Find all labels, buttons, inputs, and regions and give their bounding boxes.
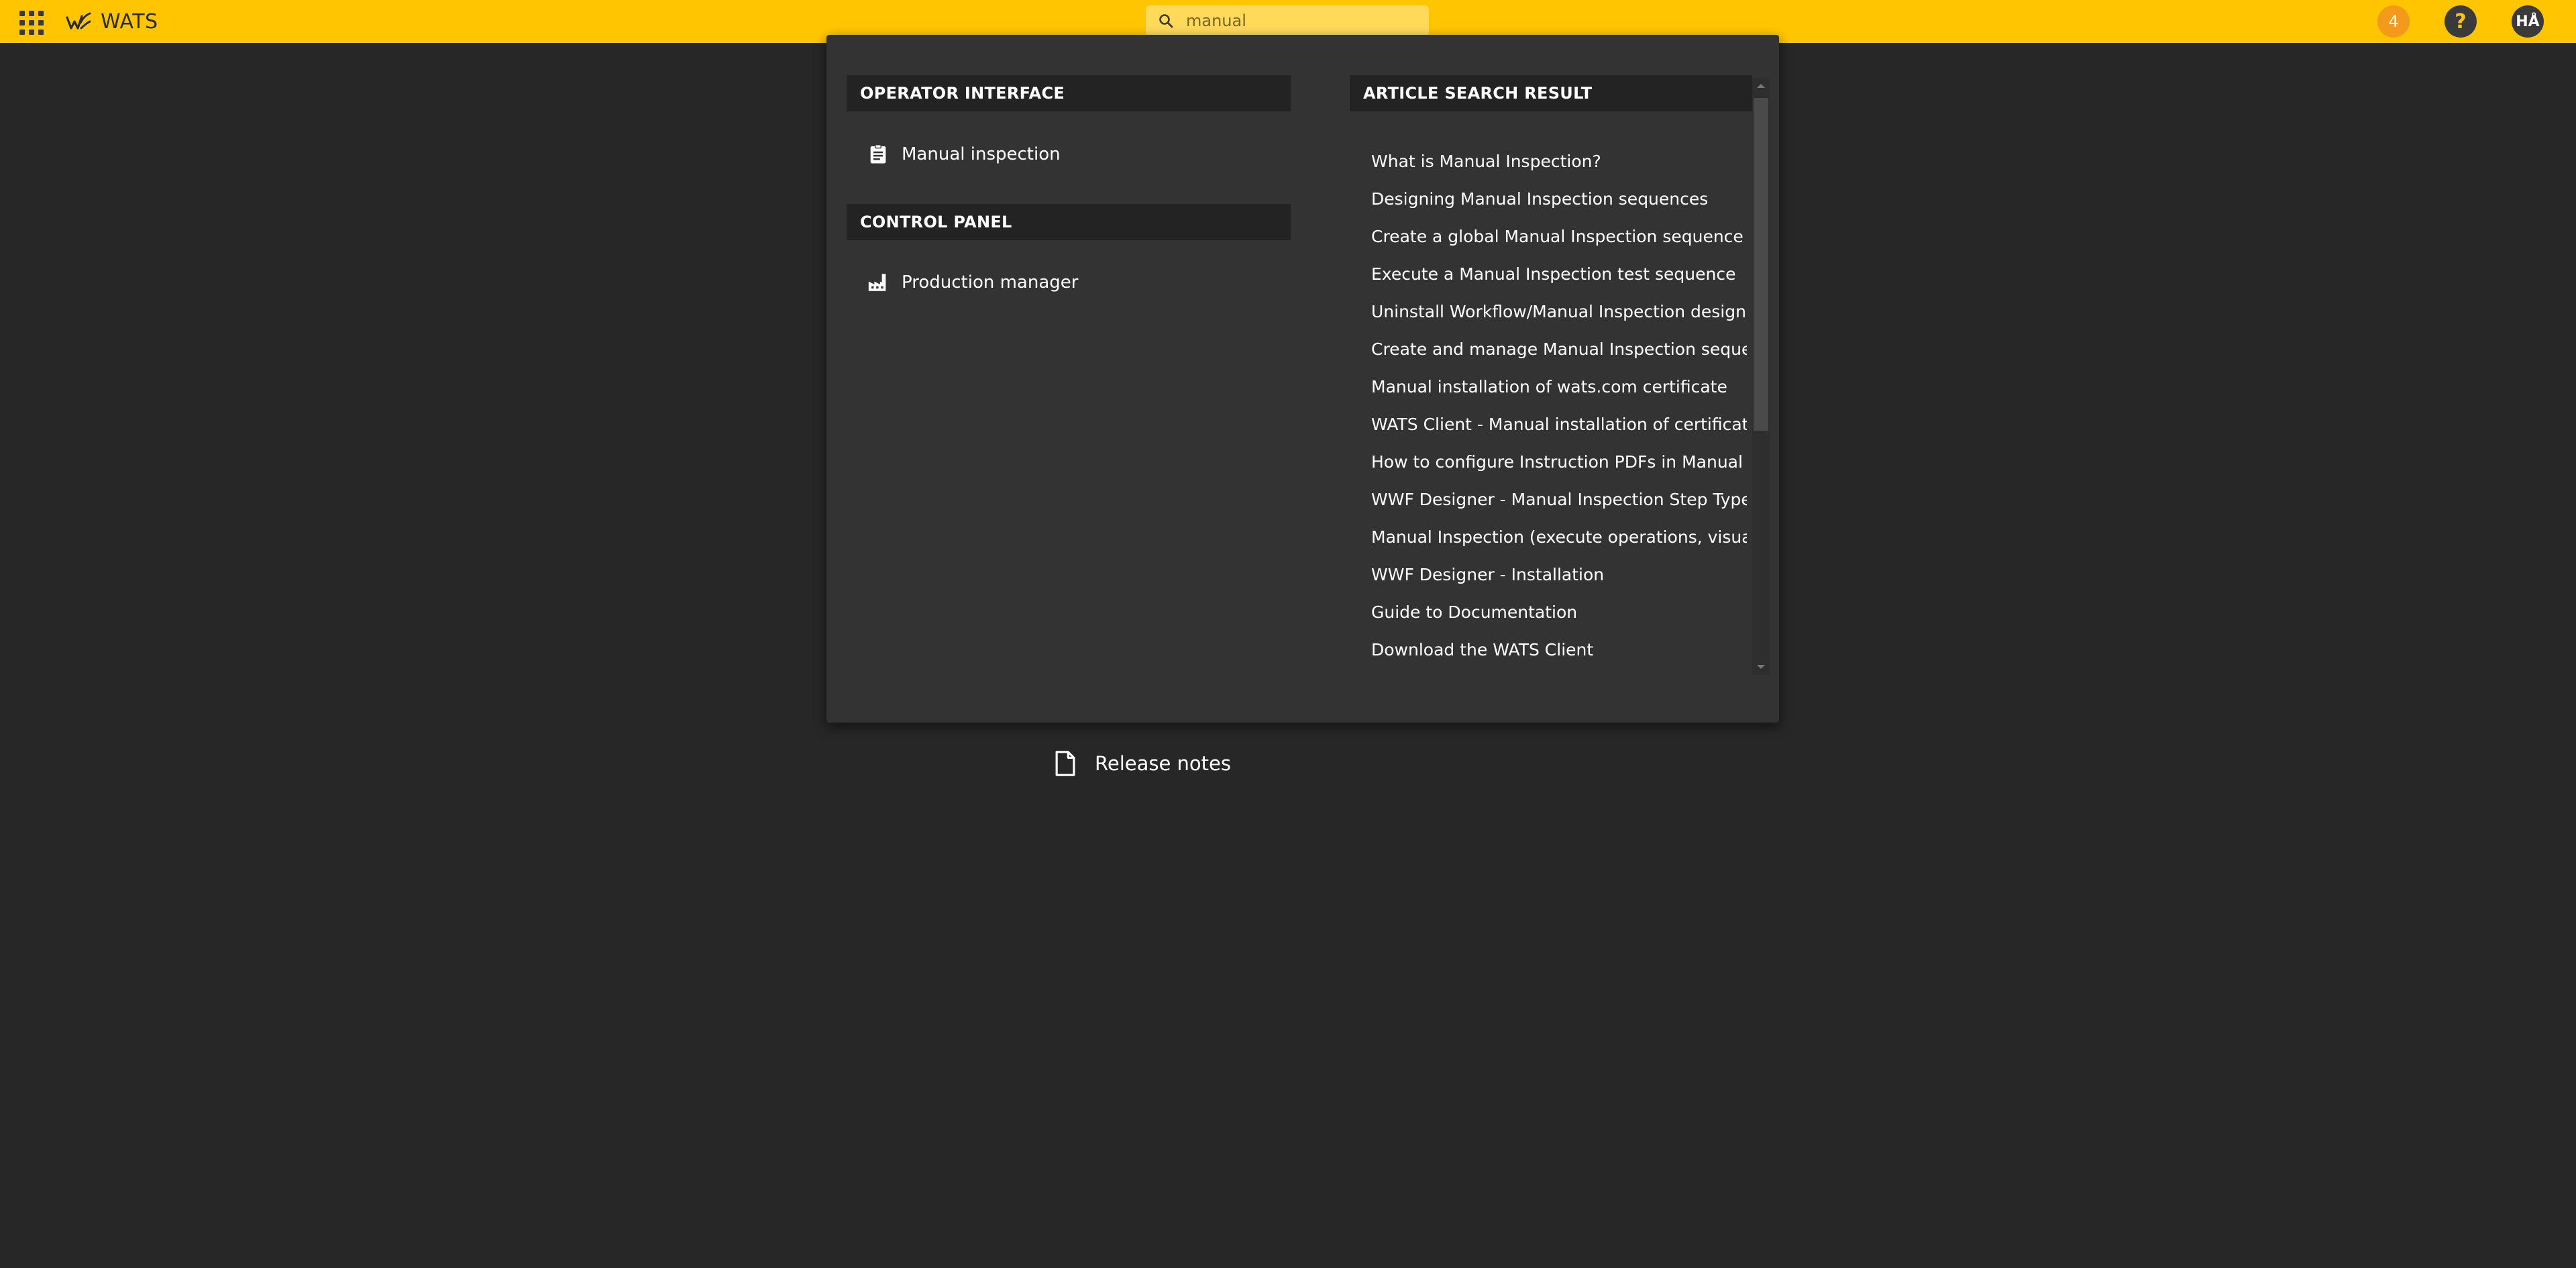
article-link[interactable]: WATS Client - Manual installation of cer… <box>1371 405 1747 443</box>
help-button[interactable]: ? <box>2445 5 2477 38</box>
article-link[interactable]: What is Manual Inspection? <box>1371 142 1747 180</box>
scroll-down-icon[interactable] <box>1752 659 1770 675</box>
article-link[interactable]: WWF Designer - Installation <box>1371 556 1747 593</box>
result-production-manager[interactable]: Production manager <box>867 271 1078 294</box>
article-link[interactable]: Manual installation of wats.com certific… <box>1371 368 1747 405</box>
article-link[interactable]: WWF Designer - Manual Inspection Step Ty… <box>1371 480 1747 518</box>
search-icon <box>1159 13 1173 28</box>
article-link[interactable]: Create and manage Manual Inspection sequ… <box>1371 330 1747 368</box>
article-link[interactable]: Uninstall Workflow/Manual Inspection des… <box>1371 293 1747 330</box>
clipboard-icon <box>870 144 886 164</box>
article-link[interactable]: How to configure Instruction PDFs in Man… <box>1371 443 1747 480</box>
article-link[interactable]: Designing Manual Inspection sequences <box>1371 180 1747 217</box>
release-notes-label: Release notes <box>1095 752 1231 775</box>
result-label: Production manager <box>902 272 1079 293</box>
article-link[interactable]: Guide to Documentation <box>1371 593 1747 631</box>
brand-logo-link[interactable]: WATS <box>64 0 158 43</box>
app-launcher-grid-icon[interactable] <box>18 9 44 35</box>
article-link[interactable]: Manual Inspection (execute operations, v… <box>1371 518 1747 556</box>
global-search[interactable] <box>1146 5 1429 36</box>
scroll-thumb[interactable] <box>1754 98 1768 431</box>
user-avatar[interactable]: HÅ <box>2512 5 2544 38</box>
result-manual-inspection[interactable]: Manual inspection <box>867 143 1061 166</box>
brand-name: WATS <box>101 9 158 34</box>
result-label: Manual inspection <box>902 144 1061 164</box>
scroll-up-icon[interactable] <box>1752 78 1770 94</box>
article-link[interactable]: Execute a Manual Inspection test sequenc… <box>1371 255 1747 293</box>
article-results-list: What is Manual Inspection? Designing Man… <box>1371 142 1747 706</box>
section-header-article-search-result: ARTICLE SEARCH RESULT <box>1350 75 1752 111</box>
article-link[interactable]: Create a global Manual Inspection sequen… <box>1371 217 1747 255</box>
factory-icon <box>868 274 886 291</box>
document-icon <box>1055 751 1075 776</box>
section-header-operator-interface: OPERATOR INTERFACE <box>847 75 1291 111</box>
release-notes-link[interactable]: Release notes <box>1053 750 1231 777</box>
search-input[interactable] <box>1186 11 1414 30</box>
article-list-scrollbar[interactable] <box>1752 78 1770 675</box>
search-results-panel: OPERATOR INTERFACE Manual inspection CON… <box>826 35 1779 723</box>
notification-badge[interactable]: 4 <box>2377 5 2410 38</box>
article-link[interactable]: Download the WATS Client <box>1371 631 1747 668</box>
wats-logo-icon <box>66 12 91 30</box>
section-header-control-panel: CONTROL PANEL <box>847 204 1291 240</box>
